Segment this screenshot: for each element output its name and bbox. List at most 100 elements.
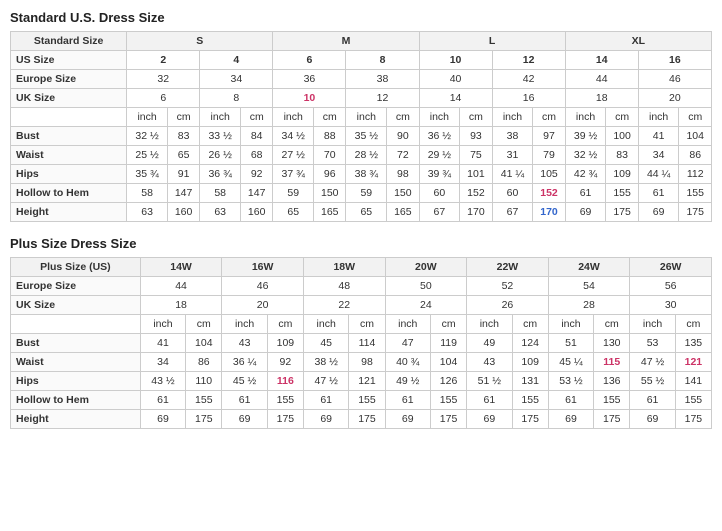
- cell: 40 ¾: [385, 353, 430, 372]
- cell: 155: [606, 184, 638, 203]
- cell: 47 ½: [303, 372, 348, 391]
- table-row: Waist 3486 36 ¼92 38 ½98 40 ¾104 43109 4…: [11, 353, 712, 372]
- unit-cm-6: cm: [533, 108, 565, 127]
- cell: 61: [385, 391, 430, 410]
- cell: 135: [675, 334, 711, 353]
- cell: 69: [638, 203, 679, 222]
- cell: 61: [222, 391, 267, 410]
- cell: 61: [630, 391, 675, 410]
- plus-22w: 22W: [467, 258, 549, 277]
- eu-40: 40: [419, 70, 492, 89]
- us-14: 14: [565, 51, 638, 70]
- cell: 63: [200, 203, 241, 222]
- cell: 69: [565, 203, 606, 222]
- cell: 165: [387, 203, 419, 222]
- cell: 104: [431, 353, 467, 372]
- europe-size-label: Europe Size: [11, 70, 127, 89]
- plus-24w: 24W: [548, 258, 630, 277]
- hips-label: Hips: [11, 165, 127, 184]
- eu-32: 32: [127, 70, 200, 89]
- hollow-label: Hollow to Hem: [11, 184, 127, 203]
- unit-inch-2: inch: [200, 108, 241, 127]
- cell: 100: [606, 127, 638, 146]
- cell: 155: [186, 391, 222, 410]
- cell: 147: [167, 184, 199, 203]
- us-12: 12: [492, 51, 565, 70]
- size-group-row: Standard Size S M L XL: [11, 32, 712, 51]
- cell: 96: [314, 165, 346, 184]
- cell: 44 ¼: [638, 165, 679, 184]
- cell: 37 ¾: [273, 165, 314, 184]
- plus-uk-row: UK Size 18 20 22 24 26 28 30: [11, 296, 712, 315]
- cell: 41: [140, 334, 185, 353]
- cell: 75: [460, 146, 492, 165]
- cell: 86: [679, 146, 712, 165]
- punit-inch-7: inch: [630, 315, 675, 334]
- eu-36: 36: [273, 70, 346, 89]
- cell: 150: [314, 184, 346, 203]
- cell: 155: [431, 391, 467, 410]
- unit-cm-7: cm: [606, 108, 638, 127]
- cell: 155: [349, 391, 385, 410]
- cell: 51 ½: [467, 372, 512, 391]
- cell: 175: [431, 410, 467, 429]
- cell: 36 ¾: [200, 165, 241, 184]
- puk-22: 22: [303, 296, 385, 315]
- cell: 92: [267, 353, 303, 372]
- us-6: 6: [273, 51, 346, 70]
- unit-header-row: inch cm inch cm inch cm inch cm inch cm …: [11, 108, 712, 127]
- cell: 175: [186, 410, 222, 429]
- height-label: Height: [11, 203, 127, 222]
- cell: 58: [200, 184, 241, 203]
- cell: 175: [606, 203, 638, 222]
- cell: 136: [594, 372, 630, 391]
- cell: 68: [241, 146, 273, 165]
- plus-table-body: Bust 41104 43109 45114 47119 49124 51130…: [11, 334, 712, 429]
- cell: 33 ½: [200, 127, 241, 146]
- us-16: 16: [638, 51, 711, 70]
- peu-54: 54: [548, 277, 630, 296]
- cell: 39 ¾: [419, 165, 460, 184]
- punit-inch-4: inch: [385, 315, 430, 334]
- plus-size-label: Plus Size (US): [11, 258, 141, 277]
- cell: 59: [346, 184, 387, 203]
- cell: 155: [675, 391, 711, 410]
- waist-label: Waist: [11, 146, 127, 165]
- peu-46: 46: [222, 277, 304, 296]
- puk-18: 18: [140, 296, 222, 315]
- uk-6: 6: [127, 89, 200, 108]
- cell: 92: [241, 165, 273, 184]
- peu-50: 50: [385, 277, 467, 296]
- table-row: Waist 25 ½65 26 ½68 27 ½70 28 ½72 29 ½75…: [11, 146, 712, 165]
- cell: 69: [303, 410, 348, 429]
- plus-title: Plus Size Dress Size: [10, 236, 712, 251]
- cell: 34 ½: [273, 127, 314, 146]
- uk-size-row: UK Size 6 8 10 12 14 16 18 20: [11, 89, 712, 108]
- cell: 160: [241, 203, 273, 222]
- puk-28: 28: [548, 296, 630, 315]
- plus-16w: 16W: [222, 258, 304, 277]
- cell: 47: [385, 334, 430, 353]
- cell: 59: [273, 184, 314, 203]
- punit-inch-5: inch: [467, 315, 512, 334]
- cell: 175: [267, 410, 303, 429]
- uk-10: 10: [273, 89, 346, 108]
- standard-table-body: Bust 32 ½83 33 ½84 34 ½88 35 ½90 36 ½93 …: [11, 127, 712, 222]
- plus-size-table: Plus Size (US) 14W 16W 18W 20W 22W 24W 2…: [10, 257, 712, 429]
- eu-46: 46: [638, 70, 711, 89]
- cell: 38 ¾: [346, 165, 387, 184]
- size-l: L: [419, 32, 565, 51]
- cell: 93: [460, 127, 492, 146]
- punit-inch-6: inch: [548, 315, 593, 334]
- peu-44: 44: [140, 277, 222, 296]
- cell: 109: [606, 165, 638, 184]
- table-row: Bust 41104 43109 45114 47119 49124 51130…: [11, 334, 712, 353]
- uk-18: 18: [565, 89, 638, 108]
- cell: 65: [167, 146, 199, 165]
- cell: 67: [492, 203, 533, 222]
- unit-inch-5: inch: [419, 108, 460, 127]
- cell: 70: [314, 146, 346, 165]
- cell: 61: [303, 391, 348, 410]
- cell: 61: [565, 184, 606, 203]
- cell: 63: [127, 203, 168, 222]
